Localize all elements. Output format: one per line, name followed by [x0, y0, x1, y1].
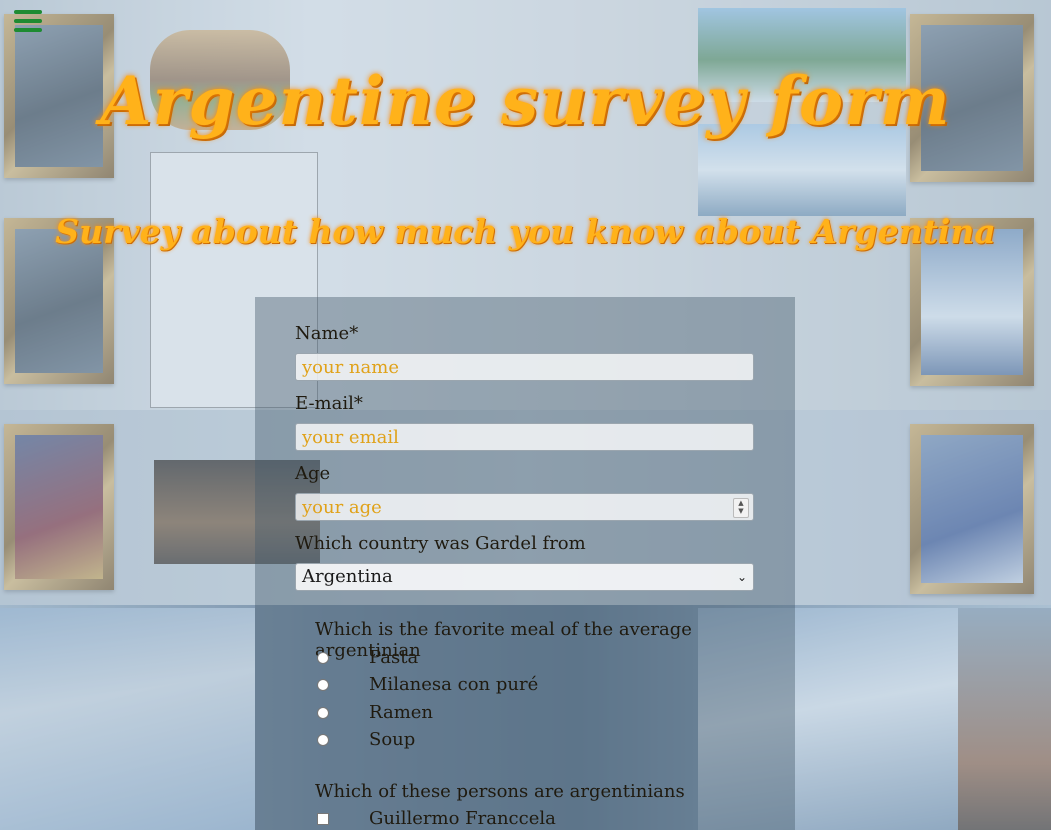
age-field: ▲▼ [255, 493, 795, 521]
radio-button[interactable] [317, 679, 329, 691]
age-label: Age [295, 463, 331, 484]
email-input[interactable] [295, 423, 754, 451]
survey-form: Name* E-mail* Age ▲▼ Which country was G… [255, 297, 795, 830]
radio-button[interactable] [317, 652, 329, 664]
meal-option-label: Ramen [369, 702, 434, 723]
meal-option[interactable]: Soup [315, 729, 735, 753]
number-spinner-icon[interactable]: ▲ ▼ [733, 498, 749, 518]
email-label: E-mail* [295, 393, 363, 414]
gardel-country-select[interactable]: Argentina ⌄ [295, 563, 754, 591]
chevron-down-icon: ⌄ [736, 570, 747, 584]
age-input[interactable] [295, 493, 754, 521]
gardel-label: Which country was Gardel from [295, 533, 586, 554]
meal-option[interactable]: Milanesa con puré [315, 674, 735, 698]
gardel-selected-value: Argentina [302, 566, 393, 587]
radio-button[interactable] [317, 707, 329, 719]
page-title: Argentine survey form [100, 62, 951, 140]
person-option[interactable]: Guillermo Franccela [315, 808, 735, 830]
name-label: Name* [295, 323, 359, 344]
meal-option-label: Soup [369, 729, 416, 750]
meal-option-label: Pasta [369, 647, 419, 668]
checkbox[interactable] [317, 813, 329, 825]
meal-option-label: Milanesa con puré [369, 674, 539, 695]
radio-button[interactable] [317, 734, 329, 746]
hamburger-menu-icon[interactable] [14, 10, 42, 34]
meal-option[interactable]: Pasta [315, 647, 735, 671]
name-input[interactable] [295, 353, 754, 381]
persons-question: Which of these persons are argentinians [315, 781, 685, 802]
meal-option[interactable]: Ramen [315, 702, 735, 726]
page-subtitle: Survey about how much you know about Arg… [55, 212, 996, 251]
person-option-label: Guillermo Franccela [369, 808, 556, 829]
